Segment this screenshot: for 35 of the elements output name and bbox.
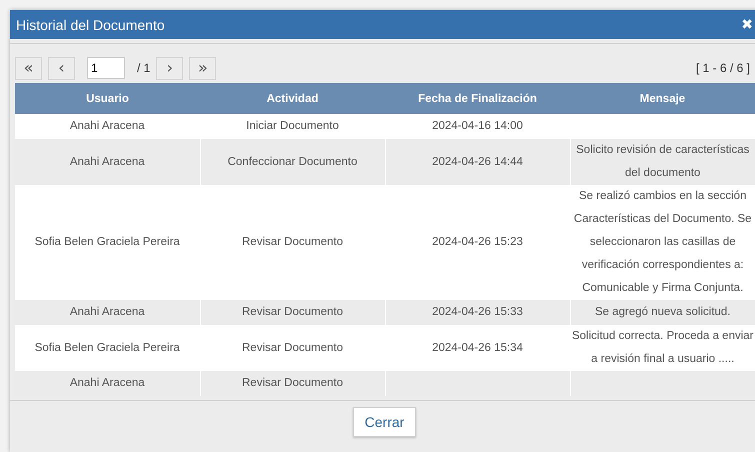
table-cell: 2024-04-16 14:00 (432, 120, 523, 132)
table-cell: Revisar Documento (242, 377, 343, 389)
record-range: [ 1 - 6 / 6 ] (696, 61, 750, 75)
close-dialog-button[interactable]: Cerrar (353, 407, 416, 437)
table-cell: Solicitud correcta. Proceda a enviar a revisión final a usuario ..... (572, 330, 754, 365)
column-header: Fecha de Finalización (385, 83, 570, 114)
last-page-button[interactable]: » (189, 56, 216, 80)
table-cell: Confeccionar Documento (228, 156, 358, 168)
column-header: Actividad (200, 83, 385, 114)
table-cell: 2024-04-26 15:23 (432, 236, 523, 248)
table-cell: Se realizó cambios en la sección Características del Documento. Se seleccionaron las casillas de verificación correspondientes a: Comunicable y Firma Conjunta. (574, 190, 752, 294)
table-cell: Se agregó nueva solicitud. (594, 306, 731, 318)
table-cell: Anahi Aracena (70, 156, 145, 168)
page-total: / 1 (137, 61, 150, 75)
table-cell: Anahi Aracena (70, 377, 145, 389)
table-cell: Revisar Documento (242, 342, 343, 354)
previous-page-button[interactable]: ‹ (48, 56, 75, 80)
next-page-button[interactable]: › (156, 56, 184, 80)
window-title: Historial del Documento (16, 16, 165, 32)
table-cell: Revisar Documento (242, 236, 343, 248)
first-page-button[interactable]: « (15, 56, 42, 80)
column-header: Mensaje (570, 83, 755, 114)
column-header: Usuario (15, 83, 200, 114)
table-cell: Sofia Belen Graciela Pereira (34, 236, 180, 248)
page-input[interactable]: 1 (87, 57, 125, 79)
table-cell: Iniciar Documento (246, 120, 339, 132)
table-cell: Revisar Documento (242, 306, 343, 318)
table-cell: 2024-04-26 14:44 (432, 156, 523, 168)
table-cell: Anahi Aracena (70, 306, 145, 318)
table-cell: Anahi Aracena (70, 120, 145, 132)
table-cell: Solicito revisión de características del documento (576, 144, 750, 179)
table-cell: 2024-04-26 15:33 (432, 306, 523, 318)
table-cell: Sofia Belen Graciela Pereira (34, 342, 180, 354)
close-button[interactable]: ✖ (741, 16, 753, 32)
table-cell: 2024-04-26 15:34 (432, 342, 523, 354)
